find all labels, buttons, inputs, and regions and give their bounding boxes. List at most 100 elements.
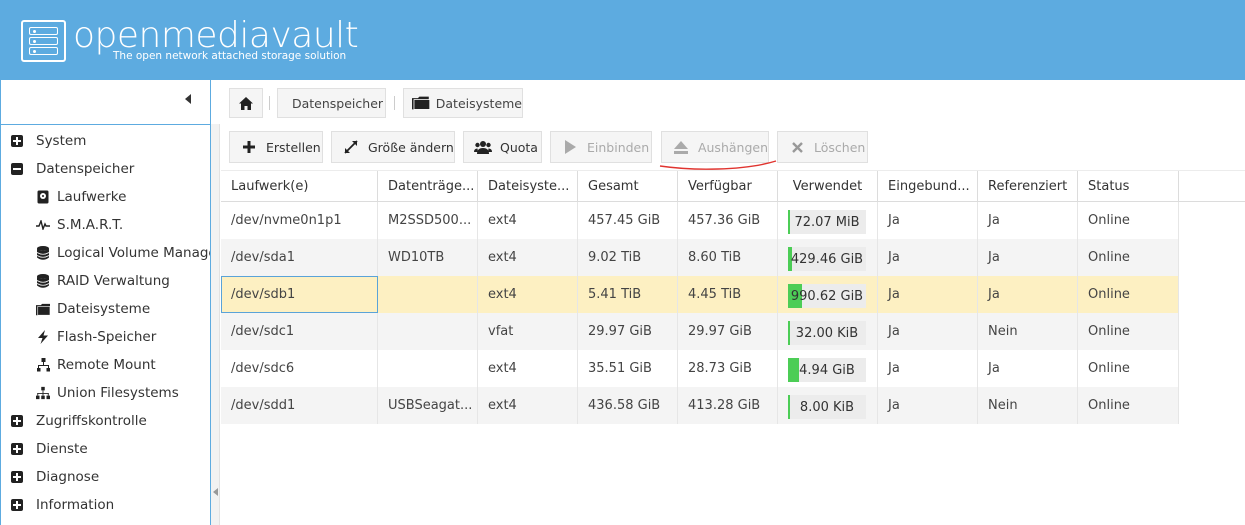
total-cell: 436.58 GiB <box>578 387 678 424</box>
status-cell: Online <box>1078 239 1179 276</box>
available-cell: 28.73 GiB <box>678 350 778 387</box>
mounted-cell: Ja <box>878 313 978 350</box>
unmount-button[interactable]: Aushängen <box>661 131 769 163</box>
status-cell: Online <box>1078 350 1179 387</box>
table-row[interactable]: /dev/nvme0n1p1 M2SSD500... ext4 457.45 GiB 4… <box>221 202 1179 239</box>
sidebar-item-laufwerke[interactable]: Laufwerke <box>1 183 210 211</box>
column-header-status[interactable]: Status <box>1078 171 1179 202</box>
usage-bar: 4.94 GiB <box>788 358 866 382</box>
network-icon <box>36 358 50 372</box>
column-header-label[interactable]: Datenträge... <box>378 171 478 202</box>
app-header: openmediavault The open network attached… <box>0 0 1245 80</box>
create-button-label: Erstellen <box>266 139 321 155</box>
column-header-filesystem[interactable]: Dateisyste... <box>478 171 578 202</box>
usage-bar: 72.07 MiB <box>788 210 866 234</box>
used-cell: 4.94 GiB <box>778 350 878 387</box>
expand-plus-icon[interactable] <box>11 499 23 511</box>
sidebar-item-label: Datenspeicher <box>36 161 135 177</box>
column-header-referenced[interactable]: Referenziert <box>978 171 1078 202</box>
device-cell: /dev/sdd1 <box>221 387 378 424</box>
status-cell: Online <box>1078 313 1179 350</box>
column-header-total[interactable]: Gesamt <box>578 171 678 202</box>
breadcrumb-dateisysteme-label: Dateisysteme <box>435 95 522 111</box>
usage-bar-text: 429.46 GiB <box>790 252 864 267</box>
sidebar-item-flash-speicher[interactable]: Flash-Speicher <box>1 323 210 351</box>
eject-icon <box>672 140 690 154</box>
sidebar-item-union-filesystems[interactable]: Union Filesystems <box>1 379 210 407</box>
column-header-device[interactable]: Laufwerk(e) <box>221 171 378 202</box>
sidebar-item-s-m-a-r-t[interactable]: S.M.A.R.T. <box>1 211 210 239</box>
expand-plus-icon[interactable] <box>11 135 23 147</box>
total-cell: 5.41 TiB <box>578 276 678 313</box>
create-button[interactable]: Erstellen <box>229 131 323 163</box>
pulse-icon <box>36 218 50 232</box>
sidebar-item-logical-volume-management[interactable]: Logical Volume Management <box>1 239 210 267</box>
column-header-used[interactable]: Verwendet <box>778 171 878 202</box>
collapse-sidebar-icon[interactable] <box>185 94 191 104</box>
status-cell: Online <box>1078 276 1179 313</box>
sidebar-item-raid-verwaltung[interactable]: RAID Verwaltung <box>1 267 210 295</box>
table-row[interactable]: /dev/sdc1 vfat 29.97 GiB 29.97 GiB 32.00 KiB… <box>221 313 1179 350</box>
column-header-mounted[interactable]: Eingebund... <box>878 171 978 202</box>
device-cell: /dev/sdb1 <box>221 276 378 313</box>
sidebar-item-label: Information <box>36 497 115 513</box>
referenced-cell: Ja <box>978 350 1078 387</box>
device-cell: /dev/nvme0n1p1 <box>221 202 378 239</box>
sidebar-header <box>0 80 211 124</box>
sidebar-item-system[interactable]: System <box>1 127 210 155</box>
sidebar-item-zugriffskontrolle[interactable]: Zugriffskontrolle <box>1 407 210 435</box>
sidebar-item-dateisysteme[interactable]: Dateisysteme <box>1 295 210 323</box>
total-cell: 35.51 GiB <box>578 350 678 387</box>
available-cell: 413.28 GiB <box>678 387 778 424</box>
table-row[interactable]: /dev/sdd1 USBSeagat... ext4 436.58 GiB 413.2… <box>221 387 1179 424</box>
quota-button[interactable]: Quota <box>463 131 542 163</box>
mount-button[interactable]: Einbinden <box>550 131 652 163</box>
sidebar-item-remote-mount[interactable]: Remote Mount <box>1 351 210 379</box>
total-cell: 9.02 TiB <box>578 239 678 276</box>
sidebar-item-dienste[interactable]: Dienste <box>1 435 210 463</box>
sidebar-splitter[interactable] <box>211 124 220 525</box>
sidebar-item-datenspeicher[interactable]: Datenspeicher <box>1 155 210 183</box>
used-cell: 429.46 GiB <box>778 239 878 276</box>
expand-plus-icon[interactable] <box>11 443 23 455</box>
folder-icon <box>36 302 50 316</box>
filesystem-cell: ext4 <box>478 387 578 424</box>
sidebar-item-information[interactable]: Information <box>1 491 210 519</box>
collapse-minus-icon[interactable] <box>11 163 23 175</box>
home-icon <box>239 96 253 110</box>
referenced-cell: Nein <box>978 313 1078 350</box>
sidebar-nav: System Datenspeicher Laufwerke S.M.A.R.T. Lo… <box>0 124 211 525</box>
usage-bar-text: 32.00 KiB <box>795 326 859 341</box>
mounted-cell: Ja <box>878 350 978 387</box>
mounted-cell: Ja <box>878 239 978 276</box>
filesystem-cell: ext4 <box>478 239 578 276</box>
table-row[interactable]: /dev/sdc6 ext4 35.51 GiB 28.73 GiB 4.94 GiB J… <box>221 350 1179 387</box>
table-row[interactable]: /dev/sda1 WD10TB ext4 9.02 TiB 8.60 TiB 429.4… <box>221 239 1179 276</box>
filesystem-cell: ext4 <box>478 276 578 313</box>
column-header-available[interactable]: Verfügbar <box>678 171 778 202</box>
expand-plus-icon[interactable] <box>11 471 23 483</box>
sidebar-item-label: Union Filesystems <box>57 385 179 401</box>
table-row[interactable]: /dev/sdb1 ext4 5.41 TiB 4.45 TiB 990.62 GiB J… <box>221 276 1179 313</box>
usage-bar: 32.00 KiB <box>788 321 866 345</box>
sidebar-item-diagnose[interactable]: Diagnose <box>1 463 210 491</box>
breadcrumb-dateisysteme[interactable]: Dateisysteme <box>403 88 523 118</box>
breadcrumb-home-button[interactable] <box>229 88 263 118</box>
sidebar-item-label: S.M.A.R.T. <box>57 217 124 233</box>
plus-icon <box>240 141 258 153</box>
splitter-collapse-icon[interactable] <box>213 488 218 496</box>
breadcrumb-datenspeicher[interactable]: Datenspeicher <box>277 88 386 118</box>
device-cell: /dev/sdc6 <box>221 350 378 387</box>
device-cell: /dev/sda1 <box>221 239 378 276</box>
delete-button[interactable]: Löschen <box>777 131 868 163</box>
expand-plus-icon[interactable] <box>11 415 23 427</box>
usage-bar-text: 8.00 KiB <box>799 400 855 415</box>
usage-bar: 8.00 KiB <box>788 395 866 419</box>
label-cell: M2SSD500... <box>378 202 478 239</box>
total-cell: 457.45 GiB <box>578 202 678 239</box>
sidebar-item-label: Zugriffskontrolle <box>36 413 147 429</box>
tree-icon <box>36 386 50 400</box>
users-icon <box>474 140 492 154</box>
close-icon <box>788 141 806 153</box>
resize-button[interactable]: Größe ändern <box>331 131 455 163</box>
